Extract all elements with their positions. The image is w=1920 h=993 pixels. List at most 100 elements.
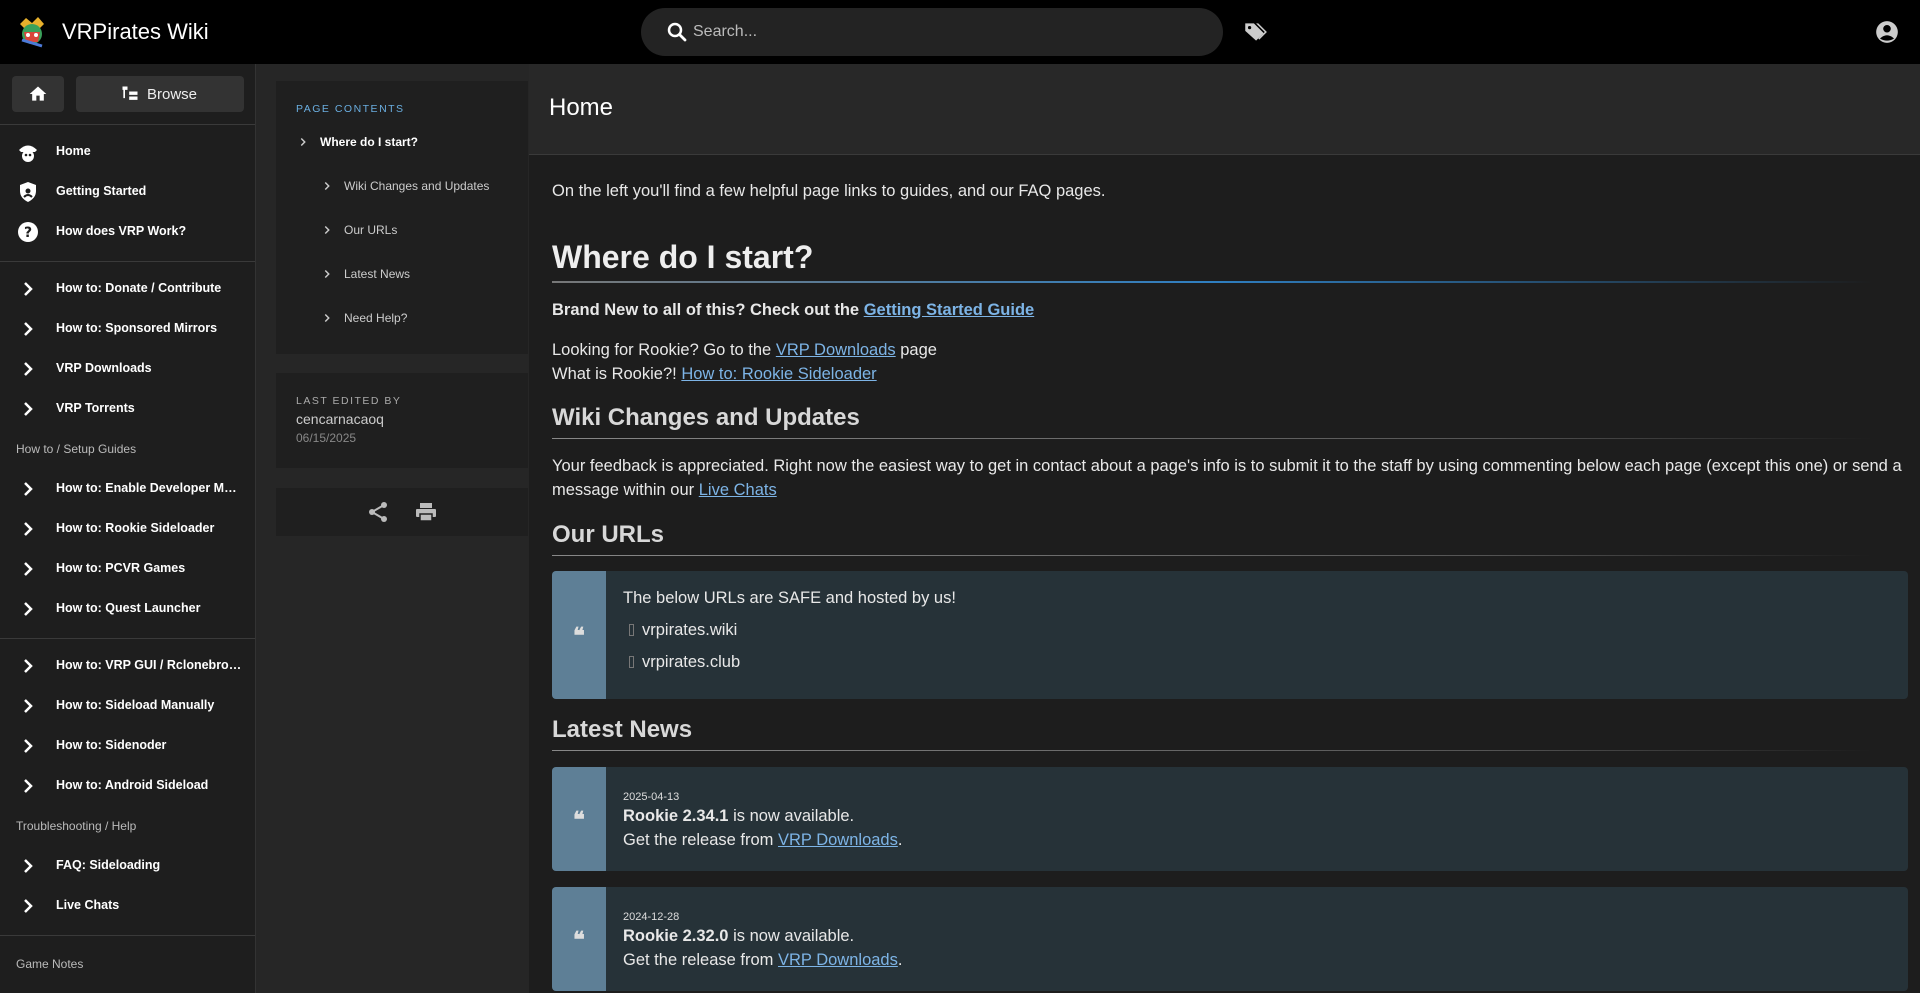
chevron-right-icon bbox=[24, 779, 33, 793]
news-card: ❝ 2024-12-28 Rookie 2.32.0 is now availa… bbox=[552, 887, 1908, 991]
what-is-rookie-line: What is Rookie?! How to: Rookie Sideload… bbox=[552, 362, 1908, 386]
feedback-paragraph: Your feedback is appreciated. Right now … bbox=[552, 454, 1908, 502]
sidebar-item-label: How to: Enable Developer Mode bbox=[56, 481, 242, 495]
sidebar-item-donate[interactable]: How to: Donate / Contribute bbox=[0, 269, 255, 309]
site-logo-icon[interactable] bbox=[14, 14, 50, 50]
site-title[interactable]: VRPirates Wiki bbox=[62, 19, 209, 45]
chevron-right-icon bbox=[24, 562, 33, 576]
sidebar-item-pcvr-games[interactable]: How to: PCVR Games bbox=[0, 549, 255, 589]
heading-latest-news: Latest News bbox=[552, 716, 693, 743]
last-edited-panel: LAST EDITED BY cencarnacaoq 06/15/2025 bbox=[276, 373, 528, 468]
search-icon bbox=[667, 22, 687, 42]
live-chats-link[interactable]: Live Chats bbox=[699, 481, 777, 499]
account-icon[interactable] bbox=[1874, 19, 1900, 45]
news-date: 2024-12-28 bbox=[623, 911, 680, 923]
news-text: is now available. bbox=[728, 927, 855, 945]
chevron-right-icon bbox=[24, 739, 33, 753]
chevron-right-icon bbox=[24, 282, 33, 296]
file-tree-icon bbox=[122, 86, 138, 100]
rookie-sideloader-link[interactable]: How to: Rookie Sideloader bbox=[681, 365, 876, 383]
chevron-right-icon bbox=[24, 602, 33, 616]
chevron-right-icon bbox=[324, 269, 330, 279]
sidebar-item-label: How to: Android Sideload bbox=[56, 778, 209, 792]
sidebar-item-label: How to: Quest Launcher bbox=[56, 601, 201, 615]
sidebar-item-rookie-sideloader[interactable]: How to: Rookie Sideloader bbox=[0, 509, 255, 549]
getting-started-link[interactable]: Getting Started Guide bbox=[864, 301, 1035, 319]
chevron-right-icon bbox=[24, 659, 33, 673]
sidebar-item-faq-sideloading[interactable]: FAQ: Sideloading bbox=[0, 846, 255, 886]
url-text: vrpirates.club bbox=[642, 653, 741, 671]
nav-divider bbox=[0, 261, 255, 262]
chevron-right-icon bbox=[24, 522, 33, 536]
news-date: 2025-04-13 bbox=[623, 791, 680, 803]
heading-underline bbox=[552, 281, 1872, 283]
sidebar-item-sidenoder[interactable]: How to: Sidenoder bbox=[0, 726, 255, 766]
sidebar-item-getting-started[interactable]: Getting Started bbox=[0, 172, 255, 212]
sidebar-item-label: How to: Donate / Contribute bbox=[56, 281, 222, 295]
toc-item-label: Wiki Changes and Updates bbox=[344, 179, 490, 193]
sidebar-item-sideload-manually[interactable]: How to: Sideload Manually bbox=[0, 686, 255, 726]
rookie-suffix: page bbox=[895, 341, 937, 359]
toc-item-label: Need Help? bbox=[344, 311, 408, 325]
vrp-downloads-link[interactable]: VRP Downloads bbox=[776, 341, 896, 359]
sidebar-item-how-vrp-works[interactable]: ? How does VRP Work? bbox=[0, 212, 255, 252]
url-list-item[interactable]: vrpirates.wiki bbox=[623, 621, 737, 640]
nav-section-header[interactable]: Game Notes bbox=[16, 957, 83, 971]
tags-icon[interactable] bbox=[1242, 19, 1268, 45]
sidebar-item-label: Live Chats bbox=[56, 898, 120, 912]
sidebar-item-vrp-torrents[interactable]: VRP Torrents bbox=[0, 389, 255, 429]
heading-underline bbox=[552, 750, 1872, 751]
news-release-line: Get the release from VRP Downloads. bbox=[623, 951, 902, 970]
sidebar-item-label: How to: Sideload Manually bbox=[56, 698, 215, 712]
chevron-right-icon bbox=[324, 181, 330, 191]
last-edited-user[interactable]: cencarnacaoq bbox=[296, 411, 384, 427]
quote-icon: ❝ bbox=[573, 807, 585, 833]
vrp-downloads-link[interactable]: VRP Downloads bbox=[778, 951, 898, 969]
bullet-icon bbox=[629, 656, 634, 668]
sidebar-item-vrp-downloads[interactable]: VRP Downloads bbox=[0, 349, 255, 389]
browse-label: Browse bbox=[147, 86, 198, 103]
help-icon: ? bbox=[18, 222, 38, 242]
nav-section-header: How to / Setup Guides bbox=[16, 442, 137, 456]
sidebar-item-sponsored-mirrors[interactable]: How to: Sponsored Mirrors bbox=[0, 309, 255, 349]
sidebar-item-label: VRP Torrents bbox=[56, 401, 135, 415]
heading-underline bbox=[552, 555, 1872, 556]
sidebar-item-live-chats[interactable]: Live Chats bbox=[0, 886, 255, 926]
news-headline: Rookie 2.32.0 is now available. bbox=[623, 927, 854, 946]
sidebar-item-android-sideload[interactable]: How to: Android Sideload bbox=[0, 766, 255, 806]
sidebar-item-label: How to: Sponsored Mirrors bbox=[56, 321, 218, 335]
last-edited-date: 06/15/2025 bbox=[296, 431, 357, 445]
brand-new-text: Brand New to all of this? Check out the bbox=[552, 301, 864, 319]
page-content: On the left you'll find a few helpful pa… bbox=[529, 155, 1920, 993]
url-list-item[interactable]: vrpirates.club bbox=[623, 653, 740, 672]
page-actions bbox=[276, 488, 528, 536]
sidebar-item-developer-mode[interactable]: How to: Enable Developer Mode bbox=[0, 469, 255, 509]
sidebar-item-quest-launcher[interactable]: How to: Quest Launcher bbox=[0, 589, 255, 629]
sidebar-item-home[interactable]: Home bbox=[0, 132, 255, 172]
news-release-line: Get the release from VRP Downloads. bbox=[623, 831, 902, 850]
sidebar-item-label: How to: VRP GUI / Rclonebrowser bbox=[56, 658, 242, 672]
search-bar[interactable] bbox=[641, 8, 1223, 56]
sidebar-item-vrp-gui[interactable]: How to: VRP GUI / Rclonebrowser bbox=[0, 646, 255, 686]
news-version: Rookie 2.34.1 bbox=[623, 807, 729, 825]
home-button[interactable] bbox=[12, 76, 64, 112]
quote-icon: ❝ bbox=[573, 623, 585, 649]
shield-icon bbox=[20, 182, 36, 202]
chevron-right-icon bbox=[324, 313, 330, 323]
brand-new-line: Brand New to all of this? Check out the … bbox=[552, 298, 1908, 322]
vrp-downloads-link[interactable]: VRP Downloads bbox=[778, 831, 898, 849]
print-icon[interactable] bbox=[414, 500, 438, 524]
pirate-icon bbox=[19, 145, 37, 162]
share-icon[interactable] bbox=[366, 500, 390, 524]
search-input[interactable] bbox=[693, 8, 1193, 56]
heading-our-urls: Our URLs bbox=[552, 521, 665, 548]
toc-title: PAGE CONTENTS bbox=[296, 103, 405, 115]
sidebar-item-label: How to: Rookie Sideloader bbox=[56, 521, 215, 535]
chevron-right-icon bbox=[24, 362, 33, 376]
quote-bar: ❝ bbox=[552, 767, 606, 871]
chevron-right-icon bbox=[24, 699, 33, 713]
browse-button[interactable]: Browse bbox=[76, 76, 244, 112]
chevron-right-icon bbox=[24, 859, 33, 873]
news-card: ❝ 2025-04-13 Rookie 2.34.1 is now availa… bbox=[552, 767, 1908, 871]
top-bar: VRPirates Wiki bbox=[0, 0, 1920, 64]
